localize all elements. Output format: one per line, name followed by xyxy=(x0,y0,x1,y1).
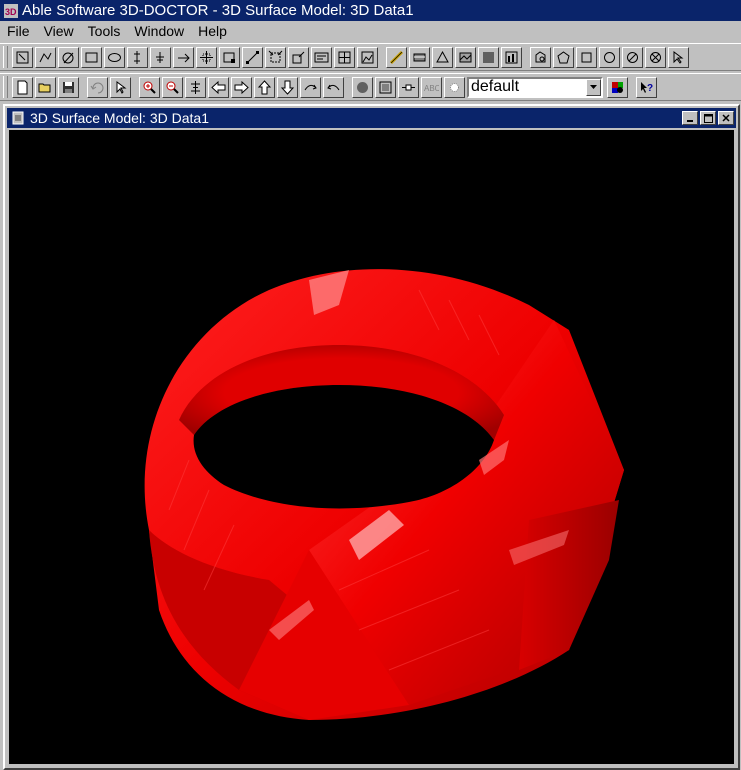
wireframe-icon[interactable] xyxy=(375,76,396,98)
surface-model-titlebar[interactable]: 3D Surface Model: 3D Data1 xyxy=(7,108,736,128)
svg-text:3D: 3D xyxy=(5,7,17,17)
ruler-icon[interactable] xyxy=(386,46,407,68)
shape1-icon[interactable] xyxy=(530,46,551,68)
arrow-right-icon[interactable] xyxy=(231,76,252,98)
toolbar-grip[interactable] xyxy=(3,46,8,68)
compass-icon[interactable] xyxy=(622,46,643,68)
volume-icon[interactable] xyxy=(478,46,499,68)
arrow-left-icon[interactable] xyxy=(208,76,229,98)
menu-help[interactable]: Help xyxy=(191,21,234,41)
arrow-up-icon[interactable] xyxy=(254,76,275,98)
circle-icon[interactable] xyxy=(599,46,620,68)
document-icon[interactable] xyxy=(10,110,26,126)
diagonal-icon[interactable] xyxy=(242,46,263,68)
triangle-icon[interactable] xyxy=(432,46,453,68)
close-button[interactable] xyxy=(718,111,734,125)
pointer-arrow-icon[interactable] xyxy=(668,46,689,68)
light-icon[interactable] xyxy=(444,76,465,98)
save-disk-icon[interactable] xyxy=(58,76,79,98)
surface-model-window: 3D Surface Model: 3D Data1 xyxy=(3,104,740,770)
menu-window[interactable]: Window xyxy=(127,21,191,41)
freehand-icon[interactable] xyxy=(58,46,79,68)
region-icon[interactable] xyxy=(219,46,240,68)
app-title: Able Software 3D-DOCTOR - 3D Surface Mod… xyxy=(22,2,414,19)
x-shape-icon[interactable] xyxy=(645,46,666,68)
crosshair-icon[interactable] xyxy=(196,46,217,68)
fit-icon[interactable] xyxy=(185,76,206,98)
rectangle-icon[interactable] xyxy=(81,46,102,68)
square-icon[interactable] xyxy=(576,46,597,68)
surface-icon[interactable] xyxy=(455,46,476,68)
slice-icon[interactable] xyxy=(398,76,419,98)
point-icon[interactable] xyxy=(173,46,194,68)
toolbar-grip[interactable] xyxy=(3,76,8,98)
pointer-icon[interactable] xyxy=(110,76,131,98)
menu-view[interactable]: View xyxy=(37,21,81,41)
menu-bar: File View Tools Window Help xyxy=(0,21,741,41)
zoom-in-icon[interactable] xyxy=(139,76,160,98)
main-toolbar: ABC default ? xyxy=(0,73,741,101)
ellipse-icon[interactable] xyxy=(104,46,125,68)
svg-text:ABC: ABC xyxy=(424,84,439,93)
render-sphere-icon[interactable] xyxy=(352,76,373,98)
drawing-toolbar xyxy=(0,43,741,71)
text-abc-icon[interactable]: ABC xyxy=(421,76,442,98)
context-help-icon[interactable]: ? xyxy=(636,76,657,98)
3d-doctor-app-icon: 3D xyxy=(3,3,19,19)
open-folder-icon[interactable] xyxy=(35,76,56,98)
view-preset-value: default xyxy=(471,78,520,95)
select-rect-icon[interactable] xyxy=(12,46,33,68)
grid-icon[interactable] xyxy=(334,46,355,68)
view-preset-select[interactable]: default xyxy=(467,76,603,98)
edit-icon[interactable] xyxy=(288,46,309,68)
histogram-icon[interactable] xyxy=(501,46,522,68)
merge-icon[interactable] xyxy=(150,46,171,68)
new-file-icon[interactable] xyxy=(12,76,33,98)
maximize-button[interactable] xyxy=(700,111,716,125)
arrow-down-icon[interactable] xyxy=(277,76,298,98)
ring-model-render xyxy=(144,269,624,720)
undo-icon[interactable] xyxy=(87,76,108,98)
menu-tools[interactable]: Tools xyxy=(81,21,128,41)
polyline-icon[interactable] xyxy=(35,46,56,68)
pentagon-icon[interactable] xyxy=(553,46,574,68)
rotate-left-icon[interactable] xyxy=(300,76,321,98)
scan-icon[interactable] xyxy=(409,46,430,68)
svg-text:?: ? xyxy=(647,83,653,94)
minimize-button[interactable] xyxy=(682,111,698,125)
zoom-out-icon[interactable] xyxy=(162,76,183,98)
chevron-down-icon[interactable] xyxy=(586,78,601,96)
split-icon[interactable] xyxy=(127,46,148,68)
image-icon[interactable] xyxy=(357,46,378,68)
resize-icon[interactable] xyxy=(265,46,286,68)
signet-side-face xyxy=(519,500,619,670)
label-icon[interactable] xyxy=(311,46,332,68)
menu-file[interactable]: File xyxy=(0,21,37,41)
surface-model-title: 3D Surface Model: 3D Data1 xyxy=(30,110,209,126)
palette-icon[interactable] xyxy=(607,76,628,98)
rotate-right-icon[interactable] xyxy=(323,76,344,98)
3d-viewport[interactable] xyxy=(9,130,734,764)
app-titlebar[interactable]: 3D Able Software 3D-DOCTOR - 3D Surface … xyxy=(0,0,741,21)
